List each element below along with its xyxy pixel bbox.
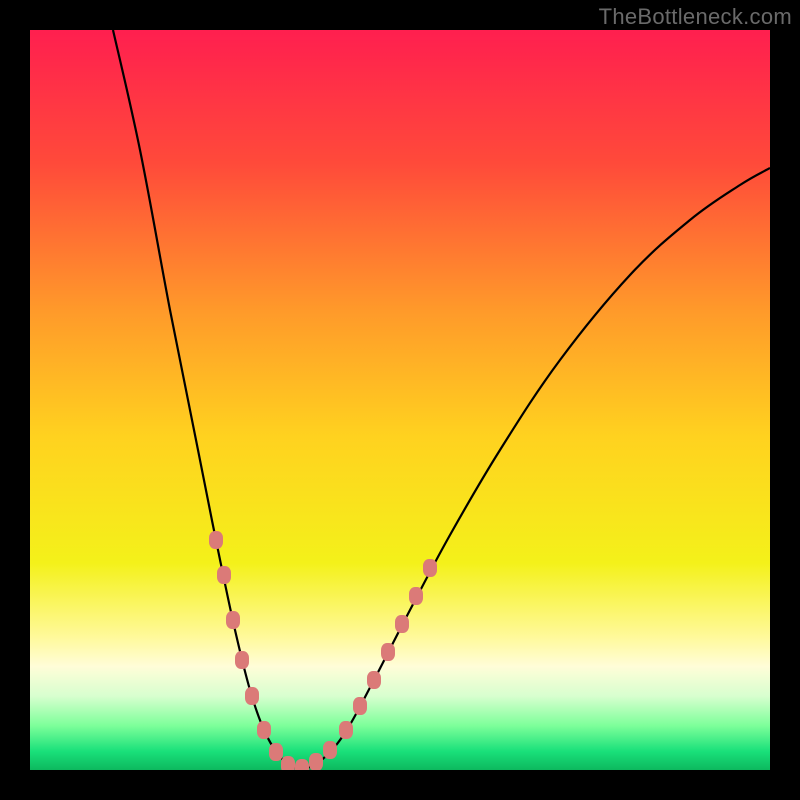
chart-frame: TheBottleneck.com [0,0,800,800]
curve-marker [257,721,271,739]
curve-marker [309,753,323,770]
curve-marker [209,531,223,549]
performance-curve [30,30,770,770]
curve-marker [381,643,395,661]
curve-marker [281,756,295,770]
curve-marker [395,615,409,633]
curve-marker [409,587,423,605]
curve-marker [353,697,367,715]
curve-line [113,30,770,769]
curve-marker [323,741,337,759]
curve-markers [209,531,437,770]
curve-marker [235,651,249,669]
curve-marker [226,611,240,629]
curve-marker [423,559,437,577]
curve-marker [245,687,259,705]
curve-marker [367,671,381,689]
curve-marker [295,759,309,770]
curve-marker [339,721,353,739]
watermark-text: TheBottleneck.com [599,4,792,30]
curve-marker [217,566,231,584]
curve-marker [269,743,283,761]
plot-area [30,30,770,770]
